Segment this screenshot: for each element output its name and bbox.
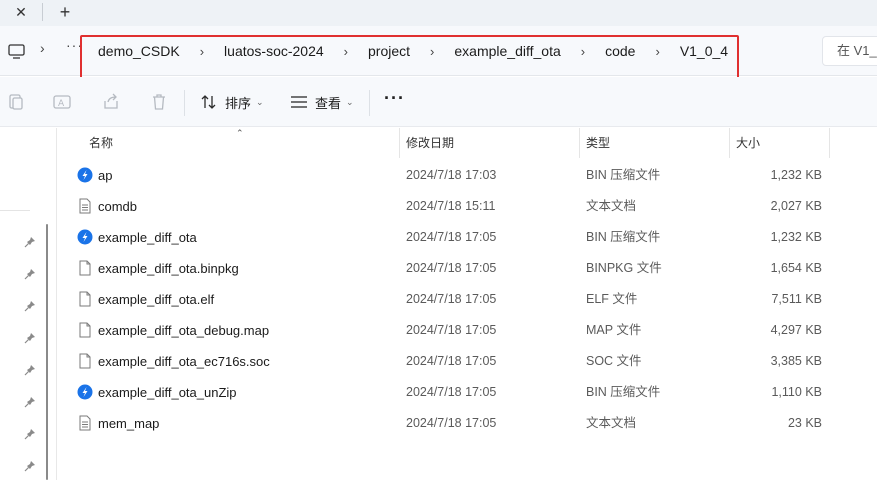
- highlight-annotation-box: [80, 35, 739, 80]
- file-modified-date: 2024/7/18 17:05: [406, 230, 497, 244]
- file-list: ap 2024/7/18 17:03 BIN 压缩文件 1,232 KB comdb 20…: [57, 160, 877, 439]
- pin-icon[interactable]: [24, 268, 36, 280]
- file-name: example_diff_ota.binpkg: [98, 261, 239, 276]
- share-icon[interactable]: [101, 92, 121, 112]
- file-name: example_diff_ota_unZip: [98, 385, 237, 400]
- file-row[interactable]: example_diff_ota_debug.map 2024/7/18 17:0…: [57, 315, 877, 346]
- search-input[interactable]: 在 V1_0_4 中搜索: [822, 36, 877, 66]
- file-type: BINPKG 文件: [586, 261, 662, 275]
- svg-text:A: A: [58, 99, 65, 109]
- file-name: comdb: [98, 199, 138, 214]
- file-name: example_diff_ota_debug.map: [98, 323, 270, 338]
- pin-icon[interactable]: [24, 364, 36, 376]
- file-row[interactable]: example_diff_ota.elf 2024/7/18 17:05 ELF 文…: [57, 284, 877, 315]
- file-modified-date: 2024/7/18 17:05: [406, 261, 497, 275]
- file-type: BIN 压缩文件: [586, 230, 661, 244]
- sort-icon: [201, 95, 216, 109]
- close-tab-button[interactable]: ✕: [8, 2, 34, 22]
- file-icon: [79, 322, 91, 338]
- sort-label: 排序: [225, 95, 252, 111]
- file-icon: [79, 260, 91, 276]
- column-header-spare: [829, 128, 877, 158]
- file-type: BIN 压缩文件: [586, 168, 661, 182]
- this-pc-icon[interactable]: [8, 43, 25, 60]
- column-header-date[interactable]: 修改日期: [399, 128, 579, 158]
- sort-button[interactable]: 排序 ⌄: [200, 92, 264, 112]
- view-icon: [291, 96, 307, 108]
- file-icon: [79, 291, 91, 307]
- toolbar-divider: [369, 90, 370, 116]
- file-size: 2,027 KB: [770, 199, 822, 213]
- file-modified-date: 2024/7/18 17:05: [406, 323, 497, 337]
- address-bar: › ··· demo_CSDK › luatos-soc-2024 › proj…: [0, 26, 877, 80]
- file-name: ap: [98, 168, 113, 183]
- file-type: ELF 文件: [586, 292, 638, 306]
- root-chevron-icon[interactable]: ›: [40, 40, 45, 56]
- file-row[interactable]: example_diff_ota 2024/7/18 17:05 BIN 压缩文件 1…: [57, 222, 877, 253]
- text-file-icon: [79, 415, 91, 431]
- file-name: mem_map: [98, 416, 160, 431]
- bin-archive-icon: [77, 167, 93, 183]
- toolbar-divider: [184, 90, 185, 116]
- file-modified-date: 2024/7/18 17:03: [406, 168, 497, 182]
- pin-icon[interactable]: [24, 332, 36, 344]
- pin-icon[interactable]: [24, 460, 36, 472]
- rename-icon[interactable]: A: [52, 92, 72, 112]
- view-button[interactable]: 查看 ⌄: [290, 92, 354, 112]
- file-size: 1,110 KB: [771, 385, 822, 399]
- column-header-name[interactable]: 名称: [83, 128, 398, 158]
- text-file-icon: [79, 198, 91, 214]
- file-modified-date: 2024/7/18 17:05: [406, 354, 497, 368]
- file-icon: [79, 353, 91, 369]
- bin-archive-icon: [77, 229, 93, 245]
- chevron-down-icon: ⌄: [346, 96, 354, 107]
- nav-scrollbar[interactable]: [46, 224, 48, 480]
- file-size: 7,511 KB: [771, 292, 822, 306]
- tab-divider: [42, 3, 43, 21]
- pin-icon[interactable]: [24, 396, 36, 408]
- column-header-type[interactable]: 类型: [579, 128, 729, 158]
- bin-archive-icon: [77, 384, 93, 400]
- file-name: example_diff_ota.elf: [98, 292, 215, 307]
- file-modified-date: 2024/7/18 17:05: [406, 385, 497, 399]
- file-type: MAP 文件: [586, 323, 642, 337]
- file-name: example_diff_ota_ec716s.soc: [98, 354, 270, 369]
- file-type: BIN 压缩文件: [586, 385, 661, 399]
- file-modified-date: 2024/7/18 15:11: [406, 199, 496, 213]
- file-row[interactable]: example_diff_ota.binpkg 2024/7/18 17:05 BI…: [57, 253, 877, 284]
- file-size: 1,654 KB: [770, 261, 822, 275]
- chevron-down-icon: ⌄: [256, 96, 264, 107]
- copy-icon[interactable]: [6, 92, 26, 112]
- column-header-size[interactable]: 大小: [729, 128, 829, 158]
- file-type: 文本文档: [586, 199, 637, 213]
- file-row[interactable]: comdb 2024/7/18 15:11 文本文档 2,027 KB: [57, 191, 877, 222]
- file-size: 3,385 KB: [770, 354, 822, 368]
- file-type: 文本文档: [586, 416, 637, 430]
- file-name: example_diff_ota: [98, 230, 197, 245]
- delete-icon[interactable]: [149, 92, 169, 112]
- pin-icon[interactable]: [24, 428, 36, 440]
- file-modified-date: 2024/7/18 17:05: [406, 416, 497, 430]
- file-size: 1,232 KB: [770, 168, 822, 182]
- nav-divider: [0, 210, 30, 211]
- file-size: 23 KB: [787, 416, 822, 430]
- file-row[interactable]: ap 2024/7/18 17:03 BIN 压缩文件 1,232 KB: [57, 160, 877, 191]
- more-options-button[interactable]: ···: [384, 88, 405, 109]
- file-type: SOC 文件: [586, 354, 642, 368]
- command-bar: A 排序 ⌄ 查看 ⌄ ···: [0, 77, 877, 127]
- file-row[interactable]: example_diff_ota_unZip 2024/7/18 17:05 BIN…: [57, 377, 877, 408]
- file-modified-date: 2024/7/18 17:05: [406, 292, 497, 306]
- new-tab-button[interactable]: +: [52, 1, 78, 23]
- pin-icon[interactable]: [24, 300, 36, 312]
- view-label: 查看: [315, 95, 342, 111]
- file-size: 1,232 KB: [770, 230, 822, 244]
- file-row[interactable]: mem_map 2024/7/18 17:05 文本文档 23 KB: [57, 408, 877, 439]
- file-row[interactable]: example_diff_ota_ec716s.soc 2024/7/18 17:…: [57, 346, 877, 377]
- tab-bar: ✕ +: [0, 0, 877, 26]
- file-size: 4,297 KB: [770, 323, 822, 337]
- pin-icon[interactable]: [24, 236, 36, 248]
- column-header-row: 名称 修改日期 类型 大小: [57, 128, 877, 158]
